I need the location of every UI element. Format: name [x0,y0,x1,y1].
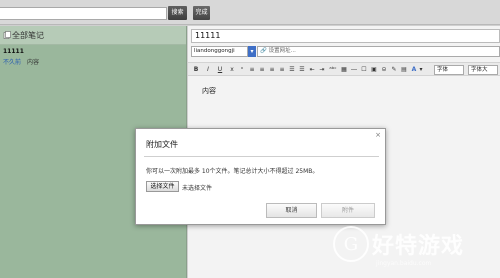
url-placeholder: 设置网址... [268,48,296,54]
font-family-select[interactable]: 字体 [434,65,464,75]
done-button[interactable]: 完成 [193,6,210,20]
bullet-list-icon[interactable]: ☰ [288,65,296,75]
chevron-down-icon[interactable]: ▾ [248,46,256,57]
strikethrough-button[interactable]: x [228,65,236,75]
search-input[interactable] [0,7,167,20]
font-color-dropdown-icon[interactable]: ▾ [418,65,424,75]
watermark-logo-letter: G [343,234,359,255]
attach-file-dialog: 附加文件 × 你可以一次附加最多 10个文件。笔记总计大小不得超过 25MB。 … [135,128,386,225]
note-snippet: 内容 [27,59,40,66]
all-notes-title: 全部笔记 [12,31,44,40]
outdent-icon[interactable]: ⇤ [308,65,316,75]
note-list-item[interactable]: 11111 不久前 内容 [0,46,186,68]
attachment-icon[interactable]: ✎ [390,65,398,75]
align-center-icon[interactable]: ≡ [258,65,266,75]
notes-icon [3,31,11,39]
note-title: 11111 [3,48,24,55]
sidebar-header: 全部笔记 [0,26,186,45]
checkbox-icon[interactable]: ☐ [360,65,368,75]
clear-format-icon[interactable]: ᵃᵇᶜ [328,65,338,75]
attach-button[interactable]: 附件 [321,203,375,218]
choose-file-button[interactable]: 选择文件 [146,181,179,192]
dialog-note: 你可以一次附加最多 10个文件。笔记总计大小不得超过 25MB。 [146,168,319,175]
meta-row: liandonggongji ▾ 🔗 设置网址... [191,46,500,57]
italic-button[interactable]: I [204,65,212,75]
align-left-icon[interactable]: ≡ [248,65,256,75]
format-toolbar: B I U x ˣ ≡ ≡ ≡ ≡ ☰ ☰ ⇤ ⇥ ᵃᵇᶜ ▦ ― ☐ ▣ ⊝ … [188,62,500,76]
search-button[interactable]: 搜索 [168,6,187,20]
align-justify-icon[interactable]: ≡ [278,65,286,75]
horizontal-rule-icon[interactable]: ― [350,65,358,75]
underline-button[interactable]: U [216,65,224,75]
link-icon: 🔗 [260,48,267,54]
font-color-icon[interactable]: A [410,65,418,75]
superscript-icon[interactable]: ˣ [238,65,246,75]
url-field[interactable]: 🔗 设置网址... [257,46,500,57]
notebook-select[interactable]: liandonggongji [191,46,248,57]
note-time: 不久前 [3,59,22,66]
watermark-text: 好特游戏 [372,234,465,259]
font-size-select[interactable]: 字体大 [468,65,498,75]
numbered-list-icon[interactable]: ☰ [298,65,306,75]
no-file-label: 未选择文件 [182,185,213,192]
bold-button[interactable]: B [192,65,200,75]
watermark-logo: G [333,226,369,262]
close-icon[interactable]: × [375,131,381,139]
note-title-field[interactable]: 11111 [191,29,500,43]
cancel-button[interactable]: 取消 [266,203,317,218]
watermark-url: jingyan.baidu.com [376,260,432,267]
top-bar: 搜索 完成 [0,0,500,25]
note-body[interactable]: 内容 [202,86,216,96]
indent-icon[interactable]: ⇥ [318,65,326,75]
dialog-title: 附加文件 [146,140,178,149]
table-icon[interactable]: ▦ [340,65,348,75]
highlight-icon[interactable]: ▤ [400,65,408,75]
dialog-divider [144,156,379,157]
align-right-icon[interactable]: ≡ [268,65,276,75]
image-icon[interactable]: ▣ [370,65,378,75]
link-insert-icon[interactable]: ⊝ [380,65,388,75]
